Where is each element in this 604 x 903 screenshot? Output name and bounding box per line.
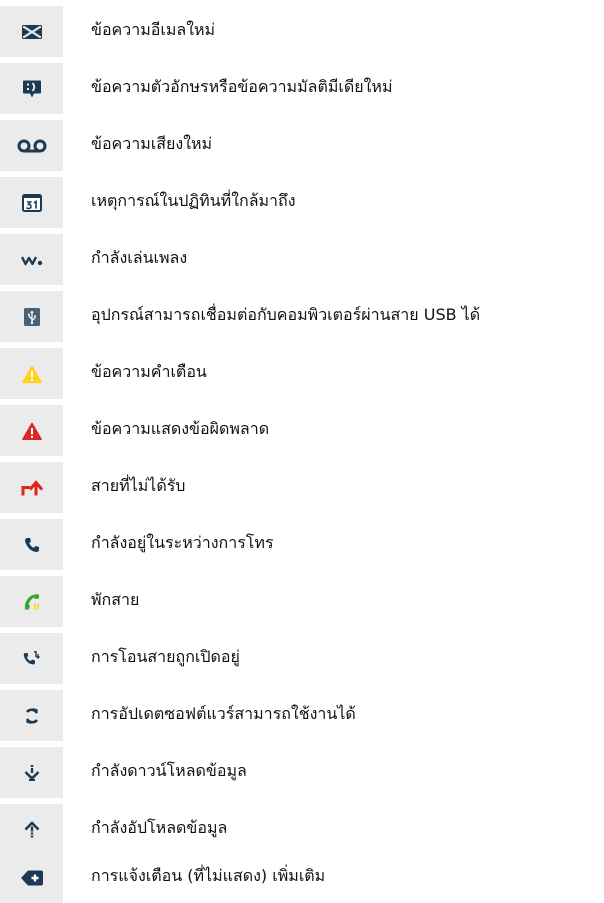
- icon-tile: [0, 348, 63, 399]
- list-item: กำลังดาวน์โหลดข้อมูล: [0, 741, 604, 798]
- list-item-label: กำลังอยู่ในระหว่างการโทร: [91, 533, 274, 552]
- icon-tile: [0, 576, 63, 627]
- list-item: กำลังอัปโหลดข้อมูล: [0, 798, 604, 855]
- list-item: ข้อความอีเมลใหม่: [0, 0, 604, 57]
- icon-tile: [0, 633, 63, 684]
- call-on-hold-icon: [24, 593, 39, 609]
- list-item-label: พักสาย: [91, 590, 140, 609]
- list-item: การโอนสายถูกเปิดอยู่: [0, 627, 604, 684]
- list-item-label: การโอนสายถูกเปิดอยู่: [91, 647, 240, 666]
- list-item: ข้อความตัวอักษรหรือข้อความมัลติมีเดียใหม…: [0, 57, 604, 114]
- list-item-label: ข้อความคำเตือน: [91, 362, 207, 381]
- icon-tile: [0, 120, 63, 171]
- list-item-label: ข้อความแสดงข้อผิดพลาด: [91, 419, 270, 438]
- icon-tile: [0, 852, 63, 903]
- download-icon: [24, 764, 39, 781]
- list-item: ข้อความเสียงใหม่: [0, 114, 604, 171]
- list-item-label: การแจ้งเตือน (ที่ไม่แสดง) เพิ่มเติม: [91, 866, 326, 885]
- list-item: ข้อความคำเตือน: [0, 342, 604, 399]
- text-message-icon: [22, 80, 41, 97]
- list-item: สายที่ไม่ได้รับ: [0, 456, 604, 513]
- list-item-label: กำลังดาวน์โหลดข้อมูล: [91, 761, 247, 780]
- list-item: การแจ้งเตือน (ที่ไม่แสดง) เพิ่มเติม: [0, 852, 604, 903]
- icon-tile: [0, 291, 63, 342]
- list-item: กำลังเล่นเพลง: [0, 228, 604, 285]
- icon-tile: [0, 804, 63, 855]
- list-item-label: สายที่ไม่ได้รับ: [91, 476, 186, 495]
- software-update-icon: [25, 707, 38, 724]
- list-item-label: อุปกรณ์สามารถเชื่อมต่อกับคอมพิวเตอร์ผ่าน…: [91, 305, 481, 324]
- list-item: กำลังอยู่ในระหว่างการโทร: [0, 513, 604, 570]
- icon-tile: [0, 6, 63, 57]
- list-item-label: ข้อความอีเมลใหม่: [91, 20, 216, 39]
- icon-tile: [0, 462, 63, 513]
- icon-tile: [0, 234, 63, 285]
- icon-tile: [0, 690, 63, 741]
- list-item: พักสาย: [0, 570, 604, 627]
- error-icon: [21, 422, 42, 440]
- icon-tile: [0, 405, 63, 456]
- icon-tile: [0, 177, 63, 228]
- list-item-label: เหตุการณ์ในปฏิทินที่ใกล้มาถึง: [91, 191, 296, 210]
- warning-icon: [21, 365, 42, 383]
- usb-icon: [23, 307, 40, 326]
- list-item: การอัปเดตซอฟต์แวร์สามารถใช้งานได้: [0, 684, 604, 741]
- list-item-label: การอัปเดตซอฟต์แวร์สามารถใช้งานได้: [91, 704, 356, 723]
- missed-call-icon: [21, 479, 43, 495]
- icon-tile: [0, 63, 63, 114]
- voicemail-icon: [17, 139, 46, 152]
- call-forwarding-icon: [23, 650, 40, 664]
- list-item: ข้อความแสดงข้อผิดพลาด: [0, 399, 604, 456]
- email-icon: [21, 24, 42, 39]
- list-item-label: กำลังเล่นเพลง: [91, 248, 188, 267]
- more-notifications-icon: [20, 870, 43, 885]
- list-item: เหตุการณ์ในปฏิทินที่ใกล้มาถึง: [0, 171, 604, 228]
- upload-icon: [24, 821, 39, 837]
- icon-tile: [0, 519, 63, 570]
- call-in-progress-icon: [24, 537, 39, 552]
- icon-tile: [0, 747, 63, 798]
- list-item: อุปกรณ์สามารถเชื่อมต่อกับคอมพิวเตอร์ผ่าน…: [0, 285, 604, 342]
- calendar-icon: [21, 193, 42, 212]
- list-item-label: ข้อความตัวอักษรหรือข้อความมัลติมีเดียใหม…: [91, 77, 393, 96]
- list-item-label: ข้อความเสียงใหม่: [91, 134, 213, 153]
- list-item-label: กำลังอัปโหลดข้อมูล: [91, 818, 228, 837]
- walkman-icon: [20, 255, 42, 265]
